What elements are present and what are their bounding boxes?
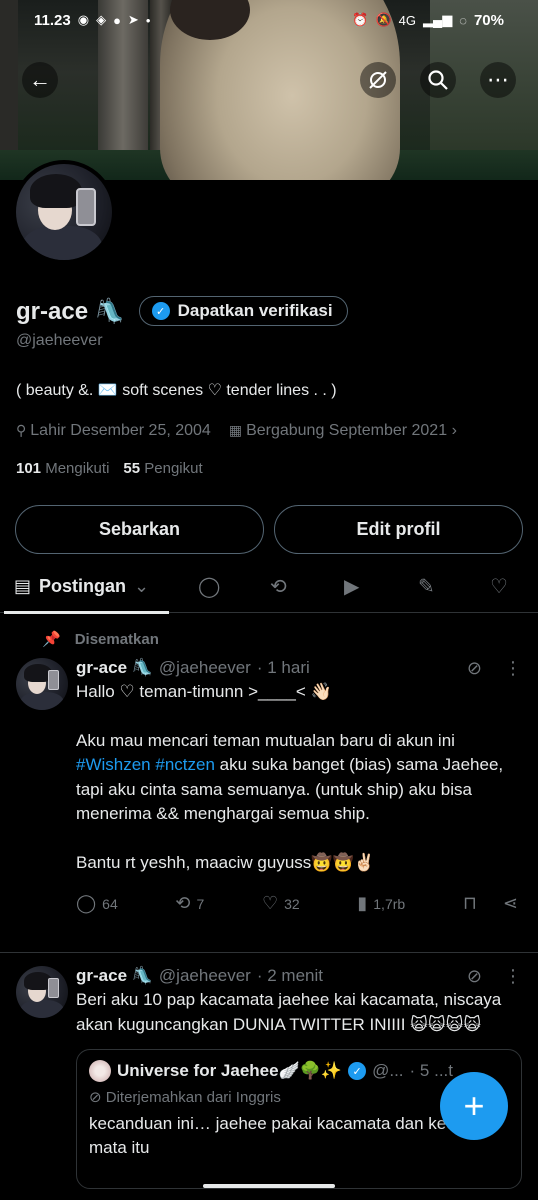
tab-posts[interactable]: ▤ Postingan ⌄	[3, 560, 170, 614]
chevron-right-icon: ›	[451, 422, 457, 439]
home-indicator	[203, 1184, 335, 1188]
translate-icon: ⊘	[89, 1089, 102, 1106]
status-bar: 11.23 ◉ ◈ ● ➤ • ⏰ 🔕 4G ▂▄▆ ◌ 70%	[0, 0, 538, 40]
tweet-time: · 1 hari	[256, 658, 310, 677]
get-verified-label: Dapatkan verifikasi	[177, 301, 333, 320]
profile-avatar[interactable]	[12, 160, 116, 264]
tab-videos-icon[interactable]: ▶	[344, 574, 359, 599]
tweet-author-handle: @jaeheever	[158, 658, 251, 677]
views-icon: ▮	[357, 893, 368, 913]
retweet-button[interactable]: ⟲ 7	[175, 893, 204, 914]
heart-icon: ♡	[261, 893, 279, 913]
tweet-author-name[interactable]: gr-ace 🛝	[76, 658, 153, 678]
bookmark-icon[interactable]: ⊓	[463, 893, 477, 914]
dot-icon: •	[145, 12, 151, 28]
verified-check-icon: ✓	[348, 1062, 367, 1080]
discord-icon: ◈	[96, 12, 107, 27]
following-link[interactable]: 101 Mengikuti	[16, 460, 109, 477]
battery-icon: ◌	[459, 12, 467, 28]
quoted-author-handle: @...	[372, 1061, 404, 1080]
grok-icon[interactable]	[360, 62, 396, 98]
grok-icon[interactable]: ⊘	[467, 966, 482, 987]
status-time: 11.23	[34, 11, 71, 29]
birthdate: ⚲ Lahir Desember 25, 2004	[16, 422, 211, 439]
edit-profile-button[interactable]: Edit profil	[274, 505, 523, 554]
verified-check-icon: ✓	[151, 302, 170, 320]
telegram-icon: ➤	[127, 12, 139, 27]
views-button[interactable]: ▮ 1,7rb	[357, 893, 405, 914]
chat-icon: ●	[113, 12, 121, 28]
like-button[interactable]: ♡ 32	[262, 893, 300, 914]
profile-top-bar: ← ⋯	[0, 50, 538, 110]
battery-level: 70%	[473, 11, 504, 29]
back-arrow-icon[interactable]: ←	[22, 62, 58, 98]
reply-icon: ◯	[76, 893, 97, 913]
followers-link[interactable]: 55 Pengikut	[123, 460, 202, 477]
reply-button[interactable]: ◯ 64	[76, 893, 118, 914]
tweet-actions: ◯ 64 ⟲ 7 ♡ 32 ▮ 1,7rb ⊓ ⋖	[76, 893, 522, 914]
profile-info: gr-ace 🛝 ✓ Dapatkan verifikasi @jaeheeve…	[16, 296, 522, 477]
tweet-more-icon[interactable]: ⋮	[504, 658, 522, 679]
profile-bio: ( beauty &. ✉️ soft scenes ♡ tender line…	[16, 382, 337, 399]
join-date[interactable]: ▦ Bergabung September 2021 ›	[229, 422, 457, 440]
tab-posts-label: Postingan	[39, 575, 127, 596]
tab-replies-icon[interactable]: ◯	[198, 574, 220, 599]
network-label: 4G	[398, 12, 417, 28]
tweet-text: Beri aku 10 pap kacamata jaehee kai kaca…	[76, 990, 502, 1034]
quoted-time: · 5 ...t	[409, 1061, 453, 1080]
share-profile-button[interactable]: Sebarkan	[15, 505, 264, 554]
get-verified-button[interactable]: ✓ Dapatkan verifikasi	[138, 296, 348, 326]
retweet-icon: ⟲	[175, 893, 191, 913]
posts-icon: ▤	[14, 575, 32, 596]
tweet-time: · 2 menit	[256, 966, 323, 985]
quoted-author-name: Universe for Jaehee🪽🌳✨	[117, 1061, 343, 1080]
tab-reposts-icon[interactable]: ⟲	[270, 574, 287, 599]
pin-icon: 📌	[42, 631, 61, 648]
mute-icon: 🔕	[375, 12, 392, 27]
tab-likes-icon[interactable]: ♡	[490, 574, 508, 599]
quoted-avatar	[89, 1060, 111, 1082]
profile-tabs: ▤ Postingan ⌄ ◯ ⟲ ▶ ✎ ♡	[0, 560, 538, 614]
plus-icon: +	[463, 1085, 485, 1126]
tweet-latest[interactable]: gr-ace 🛝 @jaeheever · 2 menit ⊘ ⋮ Beri a…	[16, 966, 522, 1189]
tweet-author-name[interactable]: gr-ace 🛝	[76, 966, 153, 986]
display-name: gr-ace 🛝	[16, 297, 125, 325]
more-options-icon[interactable]: ⋯	[480, 62, 516, 98]
share-icon[interactable]: ⋖	[503, 893, 518, 914]
tweet-author-handle: @jaeheever	[158, 966, 251, 985]
pinned-label: 📌 Disematkan	[42, 630, 159, 649]
profile-handle: @jaeheever	[16, 332, 103, 349]
calendar-icon: ▦	[228, 422, 243, 438]
hashtag-links[interactable]: #Wishzen #nctzen	[76, 755, 215, 774]
whatsapp-icon: ◉	[77, 12, 90, 27]
tweet-text: Hallo ♡ teman-timunn >____< 👋🏻 Aku mau m…	[76, 682, 504, 872]
tab-highlights-icon[interactable]: ✎	[418, 574, 435, 599]
alarm-icon: ⏰	[352, 12, 369, 27]
tweet-avatar[interactable]	[16, 966, 68, 1018]
tweet-pinned[interactable]: gr-ace 🛝 @jaeheever · 1 hari ⊘ ⋮ Hallo ♡…	[16, 658, 522, 914]
tweet-more-icon[interactable]: ⋮	[504, 966, 522, 987]
tweet-avatar[interactable]	[16, 658, 68, 710]
compose-tweet-button[interactable]: +	[440, 1072, 508, 1140]
location-pin-icon: ⚲	[16, 422, 27, 438]
search-icon[interactable]	[420, 62, 456, 98]
signal-icon: ▂▄▆	[423, 12, 453, 27]
grok-icon[interactable]: ⊘	[467, 658, 482, 679]
chevron-down-icon: ⌄	[134, 575, 150, 596]
